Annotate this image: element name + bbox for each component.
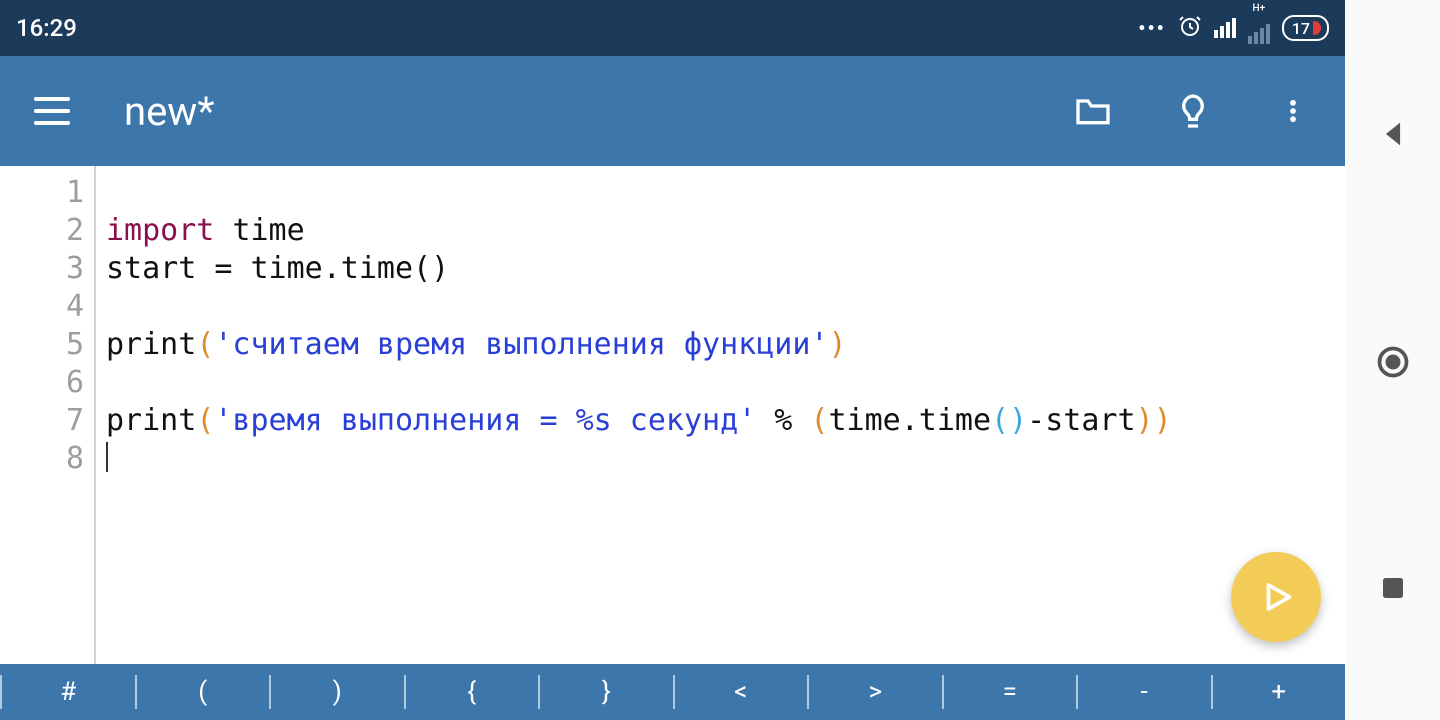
nav-back-button[interactable] xyxy=(1376,117,1410,151)
code-line: import time xyxy=(106,212,1345,250)
nav-home-button[interactable] xyxy=(1375,344,1411,380)
run-button[interactable] xyxy=(1231,552,1321,642)
code-line xyxy=(106,478,1345,516)
nav-recents-button[interactable] xyxy=(1378,573,1408,603)
android-nav-bar xyxy=(1345,0,1440,720)
hint-button[interactable] xyxy=(1169,87,1217,135)
code-line xyxy=(106,288,1345,326)
key-lparen[interactable]: ( xyxy=(137,664,270,720)
key-lbrace[interactable]: { xyxy=(406,664,539,720)
code-line: print('считаем время выполнения функции'… xyxy=(106,326,1345,364)
line-number: 2 xyxy=(0,212,84,250)
key-rparen[interactable]: ) xyxy=(271,664,404,720)
line-number-gutter: 1 2 3 4 5 6 7 8 xyxy=(0,166,96,664)
line-number: 5 xyxy=(0,326,84,364)
more-indicator-icon: ••• xyxy=(1138,16,1166,40)
code-line: print('время выполнения = %s секунд' % (… xyxy=(106,402,1345,440)
line-number: 8 xyxy=(0,440,84,478)
text-cursor xyxy=(106,442,108,472)
code-line: start = time.time() xyxy=(106,250,1345,288)
status-right: ••• H+ 17 xyxy=(1138,13,1329,44)
status-time: 16:29 xyxy=(16,14,77,42)
lightbulb-icon xyxy=(1173,91,1213,131)
key-eq[interactable]: = xyxy=(944,664,1077,720)
folder-icon xyxy=(1073,91,1113,131)
menu-button[interactable] xyxy=(28,87,76,135)
key-hash[interactable]: # xyxy=(2,664,135,720)
signal-2-icon: H+ xyxy=(1248,13,1270,44)
key-plus[interactable]: + xyxy=(1213,664,1346,720)
battery-badge: 17 xyxy=(1282,15,1329,41)
folder-button[interactable] xyxy=(1069,87,1117,135)
play-icon xyxy=(1258,579,1294,615)
app-bar: new* xyxy=(0,56,1345,166)
line-number: 4 xyxy=(0,288,84,326)
signal-1-icon xyxy=(1214,18,1236,38)
key-lt[interactable]: < xyxy=(675,664,808,720)
hamburger-icon xyxy=(34,97,70,125)
code-area[interactable]: import timestart = time.time() print('счи… xyxy=(96,166,1345,664)
code-line xyxy=(106,364,1345,402)
key-rbrace[interactable]: } xyxy=(540,664,673,720)
alarm-icon xyxy=(1178,14,1202,43)
line-number: 6 xyxy=(0,364,84,402)
symbol-key-row: # ( ) { } < > = - + xyxy=(0,664,1345,720)
key-minus[interactable]: - xyxy=(1078,664,1211,720)
key-gt[interactable]: > xyxy=(809,664,942,720)
document-title: new* xyxy=(124,88,1029,135)
home-circle-icon xyxy=(1375,344,1411,380)
android-status-bar: 16:29 ••• H+ 17 xyxy=(0,0,1345,56)
line-number: 3 xyxy=(0,250,84,288)
code-editor[interactable]: 1 2 3 4 5 6 7 8 import timestart = time.… xyxy=(0,166,1345,664)
line-number: 7 xyxy=(0,402,84,440)
code-line xyxy=(106,440,1345,478)
overflow-button[interactable] xyxy=(1269,87,1317,135)
recents-square-icon xyxy=(1378,573,1408,603)
more-vert-icon xyxy=(1279,91,1307,131)
back-triangle-icon xyxy=(1376,117,1410,151)
line-number: 1 xyxy=(0,174,84,212)
